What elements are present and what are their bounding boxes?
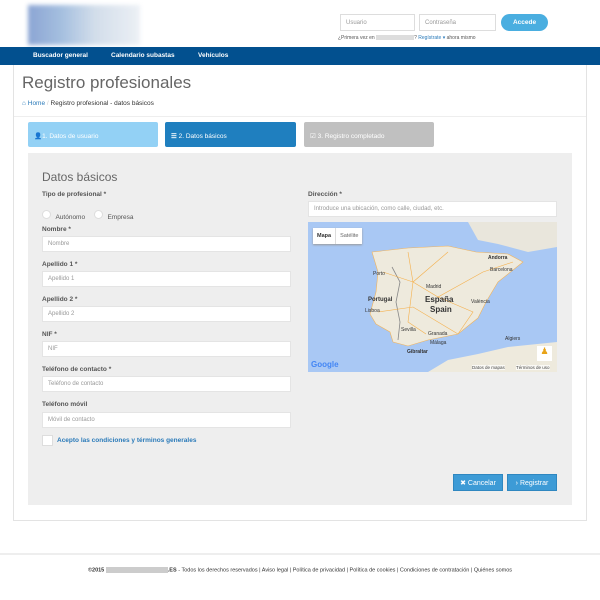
- direccion-input[interactable]: Introduce una ubicación, como calle, ciu…: [308, 201, 557, 217]
- user-icon: 👤: [34, 133, 43, 140]
- step-label: 2. Datos básicos: [178, 133, 227, 140]
- login-button[interactable]: Accede: [501, 14, 548, 31]
- map-label-portugal: Portugal: [368, 297, 393, 303]
- hint-tail: ahora mismo: [446, 35, 476, 41]
- france-land: [468, 222, 557, 252]
- map-terms-link[interactable]: Términos de uso: [516, 365, 550, 370]
- map-label-gibraltar: Gibraltar: [407, 349, 428, 355]
- map-label-alger: Algiers: [505, 336, 521, 342]
- map-label-spain: Spain: [430, 305, 452, 314]
- step-label: 3. Registro completado: [317, 133, 385, 140]
- breadcrumb-sep: /: [46, 100, 49, 107]
- terms-label[interactable]: Acepto las condiciones y términos genera…: [57, 437, 196, 444]
- footer: ©2015 .ES - Todos los derechos reservado…: [87, 567, 513, 574]
- apellido2-label: Apellido 2 *: [42, 296, 78, 303]
- breadcrumb-home[interactable]: Home: [28, 100, 45, 107]
- map-label-valencia: València: [471, 299, 490, 305]
- nombre-label: Nombre *: [42, 226, 71, 233]
- step-label: 1. Datos de usuario: [42, 133, 99, 140]
- hint-question: ?: [414, 35, 417, 41]
- footer-contratacion[interactable]: Condiciones de contratación: [400, 567, 469, 573]
- copyright: ©2015: [87, 567, 105, 574]
- username-input[interactable]: Usuario: [340, 14, 415, 31]
- map-label-madrid: Madrid: [426, 284, 442, 290]
- home-icon[interactable]: ⌂: [22, 100, 26, 107]
- footer-cookies[interactable]: Política de cookies: [350, 567, 396, 573]
- apellido2-input[interactable]: Apellido 2: [42, 306, 291, 322]
- footer-privacidad[interactable]: Política de privacidad: [293, 567, 345, 573]
- hint-prefix: ¿Primera vez en: [338, 35, 375, 41]
- pegman-icon[interactable]: ♟: [537, 346, 552, 361]
- telefono-label: Teléfono de contacto *: [42, 366, 112, 373]
- map-type-control: Mapa Satélite: [313, 228, 363, 244]
- step-registro-completado[interactable]: ☑ 3. Registro completado: [304, 122, 434, 147]
- map-label-barcelona: Barcelona: [490, 267, 513, 273]
- divider: [14, 116, 586, 117]
- nif-input[interactable]: NIF: [42, 341, 291, 357]
- nav-vehiculos[interactable]: Vehículos: [198, 52, 228, 59]
- telefono-input[interactable]: Teléfono de contacto: [42, 376, 291, 392]
- apellido1-input[interactable]: Apellido 1: [42, 271, 291, 287]
- nav-calendario[interactable]: Calendario subastas: [111, 52, 175, 59]
- movil-label: Teléfono móvil: [42, 401, 88, 408]
- tipo-label: Tipo de profesional *: [42, 191, 107, 198]
- map-label-granada: Granada: [428, 331, 448, 337]
- direccion-label: Dirección *: [308, 191, 342, 198]
- rights-text: - Todos los derechos reservados |: [178, 567, 261, 574]
- google-logo: Google: [311, 360, 339, 369]
- submit-label: Registrar: [519, 480, 549, 487]
- map-label-malaga: Málaga: [430, 340, 447, 346]
- main-nav: Buscador general Calendario subastas Veh…: [0, 47, 600, 65]
- footer-aviso-legal[interactable]: Aviso legal: [262, 567, 289, 573]
- map-data-link[interactable]: Datos de mapas: [472, 365, 505, 370]
- breadcrumb-current: Registro profesional - datos básicos: [50, 100, 154, 107]
- tipo-radio-group: Autónomo Empresa: [42, 206, 133, 224]
- cancel-label: Cancelar: [467, 480, 496, 487]
- nav-buscador[interactable]: Buscador general: [33, 52, 88, 59]
- terms-checkbox[interactable]: [42, 435, 53, 446]
- close-icon: ✖: [460, 480, 468, 487]
- redacted-domain: [105, 567, 168, 573]
- caret-down-icon[interactable]: ▾: [443, 35, 446, 41]
- step-datos-basicos[interactable]: ☰ 2. Datos básicos: [165, 122, 296, 147]
- register-hint: ¿Primera vez en ? Regístrate ▾ ahora mis…: [338, 35, 476, 41]
- map-label-sevilla: Sevilla: [401, 327, 416, 333]
- site-logo[interactable]: [28, 5, 140, 45]
- password-input[interactable]: Contraseña: [419, 14, 496, 31]
- map-label-lisboa: Lisboa: [365, 308, 380, 314]
- radio-empresa[interactable]: [93, 210, 103, 220]
- map-type-satellite[interactable]: Satélite: [335, 228, 362, 244]
- radio-autonomo-label[interactable]: Autónomo: [55, 214, 85, 221]
- map[interactable]: Mapa Satélite Porto Portugal Lisboa Madri…: [308, 222, 557, 372]
- footer-quienes-somos[interactable]: Quiénes somos: [474, 567, 512, 573]
- radio-autonomo[interactable]: [42, 210, 51, 220]
- breadcrumb: ⌂ Home / Registro profesional - datos bá…: [22, 100, 154, 107]
- map-label-andorra: Andorra: [488, 255, 508, 261]
- movil-input[interactable]: Móvil de contacto: [42, 412, 291, 428]
- map-label-espana: España: [425, 295, 454, 304]
- nombre-input[interactable]: Nombre: [42, 236, 291, 252]
- step-datos-usuario[interactable]: 👤1. Datos de usuario: [28, 122, 158, 147]
- list-icon: ☰: [171, 133, 179, 140]
- redacted-site-name: [376, 35, 415, 41]
- radio-empresa-label[interactable]: Empresa: [107, 214, 133, 221]
- register-link[interactable]: Regístrate: [418, 35, 441, 41]
- domain-suffix: .ES: [167, 567, 177, 574]
- map-label-porto: Porto: [373, 271, 385, 277]
- nif-label: NIF *: [42, 331, 57, 338]
- cancel-button[interactable]: ✖ Cancelar: [453, 474, 503, 491]
- checkbox-icon: ☑: [310, 133, 318, 140]
- footer-divider: [0, 553, 600, 555]
- submit-button[interactable]: › Registrar: [507, 474, 557, 491]
- apellido1-label: Apellido 1 *: [42, 261, 78, 268]
- page-title: Registro profesionales: [22, 73, 192, 92]
- form-heading: Datos básicos: [42, 170, 118, 184]
- map-type-map[interactable]: Mapa: [313, 228, 335, 244]
